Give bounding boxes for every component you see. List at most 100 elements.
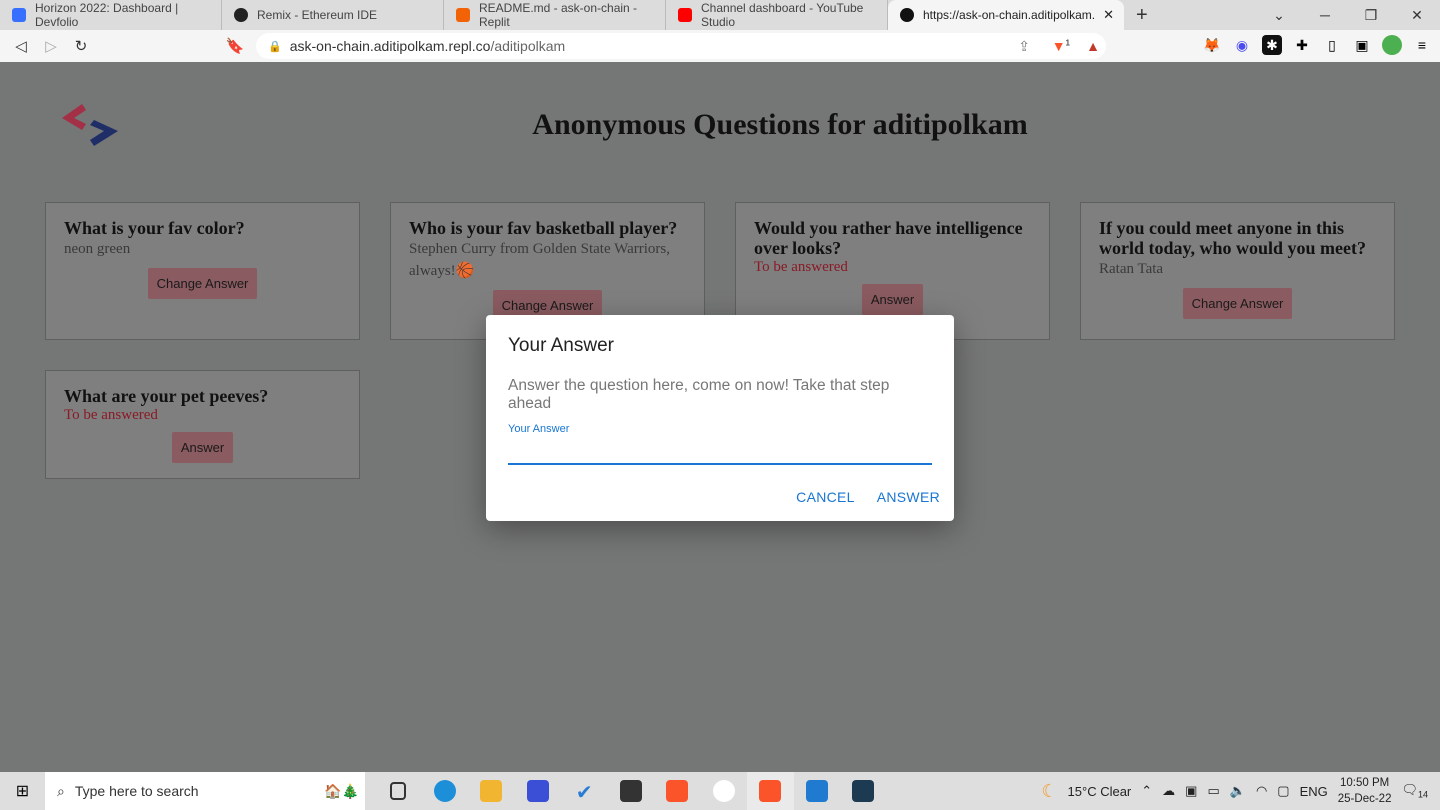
taskbar-search[interactable]: ⌕ Type here to search 🏠🎄 <box>45 772 365 810</box>
app-icon[interactable] <box>840 772 887 810</box>
tab-title: Remix - Ethereum IDE <box>257 8 378 22</box>
task-view-icon[interactable] <box>375 772 422 810</box>
vscode-icon[interactable] <box>794 772 841 810</box>
extension-icon[interactable]: ◉ <box>1232 35 1252 55</box>
answer-field-label: Your Answer <box>508 423 570 435</box>
question-text: What is your fav color? <box>64 218 245 238</box>
weather-icon: ☾ <box>1041 780 1058 801</box>
clock[interactable]: 10:50 PM 25-Dec-22 <box>1338 775 1392 807</box>
tab-remix[interactable]: Remix - Ethereum IDE <box>222 0 444 30</box>
url-path: /aditipolkam <box>490 38 566 54</box>
cancel-button[interactable]: CANCEL <box>796 489 855 505</box>
bookmark-icon[interactable]: 🔖 <box>220 37 250 55</box>
answer-input[interactable] <box>508 439 932 465</box>
tab-title: README.md - ask-on-chain - Replit <box>479 1 638 29</box>
change-answer-button[interactable]: Change Answer <box>1182 288 1293 319</box>
change-answer-button[interactable]: Change Answer <box>147 268 258 299</box>
shields-badge: 1 <box>1065 38 1070 48</box>
answer-text: neon green <box>64 241 131 257</box>
question-card: What are your pet peeves? To be answered… <box>45 370 360 479</box>
weather-text[interactable]: 15°C Clear <box>1068 784 1132 799</box>
sidebar-icon[interactable]: ▯ <box>1322 35 1342 55</box>
pending-status: To be answered <box>754 259 848 275</box>
brave-icon[interactable] <box>654 772 701 810</box>
onedrive-icon[interactable]: ☁ <box>1162 783 1175 799</box>
answer-button[interactable]: Answer <box>171 432 234 463</box>
wifi-icon[interactable]: ◠ <box>1256 783 1267 799</box>
chevron-up-icon[interactable]: ⌃ <box>1141 783 1152 799</box>
page-title: Anonymous Questions for aditipolkam <box>532 108 1028 141</box>
basketball-icon: 🏀 <box>455 263 475 279</box>
metamask-icon[interactable]: 🦊 <box>1202 35 1222 55</box>
battery-icon[interactable]: ▭ <box>1207 783 1219 799</box>
tab-title: https://ask-on-chain.aditipolkam. <box>923 8 1096 22</box>
tab-devfolio[interactable]: Horizon 2022: Dashboard | Devfolio <box>0 0 222 30</box>
remix-icon <box>234 8 248 22</box>
answer-button[interactable]: Answer <box>861 284 924 315</box>
taskbar: ⊞ ⌕ Type here to search 🏠🎄 ✔ ☾ 15°C Clea… <box>0 772 1440 810</box>
app-tray-icon[interactable]: ▣ <box>1185 783 1197 799</box>
question-text: Who is your fav basketball player? <box>409 218 678 238</box>
tab-title: Horizon 2022: Dashboard | Devfolio <box>35 1 179 29</box>
windows-start-icon[interactable]: ⊞ <box>0 781 45 801</box>
tab-ask-on-chain[interactable]: https://ask-on-chain.aditipolkam. ✕ <box>888 0 1124 30</box>
forward-icon[interactable]: ▷ <box>36 37 66 55</box>
close-tab-icon[interactable]: ✕ <box>1103 7 1114 23</box>
close-window-button[interactable]: ✕ <box>1394 0 1440 30</box>
submit-answer-button[interactable]: ANSWER <box>877 489 940 505</box>
brave-shields-icon[interactable]: ▼1 <box>1052 38 1070 54</box>
site-icon <box>900 8 914 22</box>
brave-rewards-icon[interactable]: ▲ <box>1086 38 1100 54</box>
meet-now-icon[interactable]: ▢ <box>1277 783 1289 799</box>
search-icon: ⌕ <box>57 782 65 799</box>
url-host: ask-on-chain.aditipolkam.repl.co <box>289 38 491 54</box>
time-text: 10:50 PM <box>1340 777 1390 789</box>
dialog-description: Answer the question here, come on now! T… <box>508 377 890 412</box>
share-icon[interactable]: ⇪ <box>1018 38 1030 55</box>
reload-icon[interactable]: ↻ <box>66 37 96 55</box>
notification-count: 14 <box>1417 789 1428 800</box>
url-input[interactable]: 🔒 ask-on-chain.aditipolkam.repl.co/aditi… <box>256 33 1106 59</box>
edge-icon[interactable] <box>422 772 469 810</box>
slack-icon[interactable] <box>701 772 748 810</box>
volume-icon[interactable]: 🔈 <box>1230 783 1246 799</box>
file-explorer-icon[interactable] <box>468 772 515 810</box>
minimize-button[interactable]: ─ <box>1302 0 1348 30</box>
devfolio-icon <box>12 8 26 22</box>
todo-icon[interactable]: ✔ <box>561 772 608 810</box>
answer-dialog: Your Answer Answer the question here, co… <box>486 315 954 521</box>
holiday-decoration-icon: 🏠🎄 <box>324 782 359 799</box>
question-text: Would you rather have intelligence over … <box>754 218 1023 258</box>
profile-avatar[interactable] <box>1382 35 1402 55</box>
tab-search-icon[interactable]: ⌄ <box>1256 0 1302 30</box>
replit-icon <box>456 8 470 22</box>
question-card: If you could meet anyone in this world t… <box>1080 202 1395 340</box>
terminal-icon[interactable] <box>608 772 655 810</box>
tab-title: Channel dashboard - YouTube Studio <box>701 1 864 29</box>
extension-icon[interactable]: ✱ <box>1262 35 1282 55</box>
new-tab-button[interactable]: + <box>1136 4 1148 27</box>
menu-icon[interactable]: ≡ <box>1412 35 1432 55</box>
question-text: What are your pet peeves? <box>64 386 269 406</box>
address-bar: ◁ ▷ ↻ 🔖 🔒 ask-on-chain.aditipolkam.repl.… <box>0 30 1440 62</box>
question-card: What is your fav color? neon green Chang… <box>45 202 360 340</box>
notifications-icon[interactable]: 🗨14 <box>1401 782 1428 800</box>
restore-button[interactable]: ❐ <box>1348 0 1394 30</box>
lock-icon: 🔒 <box>268 40 282 53</box>
extensions-puzzle-icon[interactable]: ✚ <box>1292 35 1312 55</box>
pending-status: To be answered <box>64 407 158 423</box>
date-text: 25-Dec-22 <box>1337 793 1392 805</box>
youtube-icon <box>678 8 692 22</box>
tab-replit[interactable]: README.md - ask-on-chain - Replit <box>444 0 666 30</box>
app-icon[interactable] <box>515 772 562 810</box>
answer-text: Ratan Tata <box>1099 261 1164 277</box>
language-indicator[interactable]: ENG <box>1300 784 1328 799</box>
back-icon[interactable]: ◁ <box>6 37 36 55</box>
tab-bar: Horizon 2022: Dashboard | Devfolio Remix… <box>0 0 1440 30</box>
tab-youtube-studio[interactable]: Channel dashboard - YouTube Studio <box>666 0 888 30</box>
wallet-icon[interactable]: ▣ <box>1352 35 1372 55</box>
question-text: If you could meet anyone in this world t… <box>1099 218 1367 258</box>
brave-active-icon[interactable] <box>747 772 794 810</box>
answer-text: Stephen Curry from Golden State Warriors… <box>409 241 670 279</box>
search-placeholder: Type here to search <box>74 783 199 799</box>
